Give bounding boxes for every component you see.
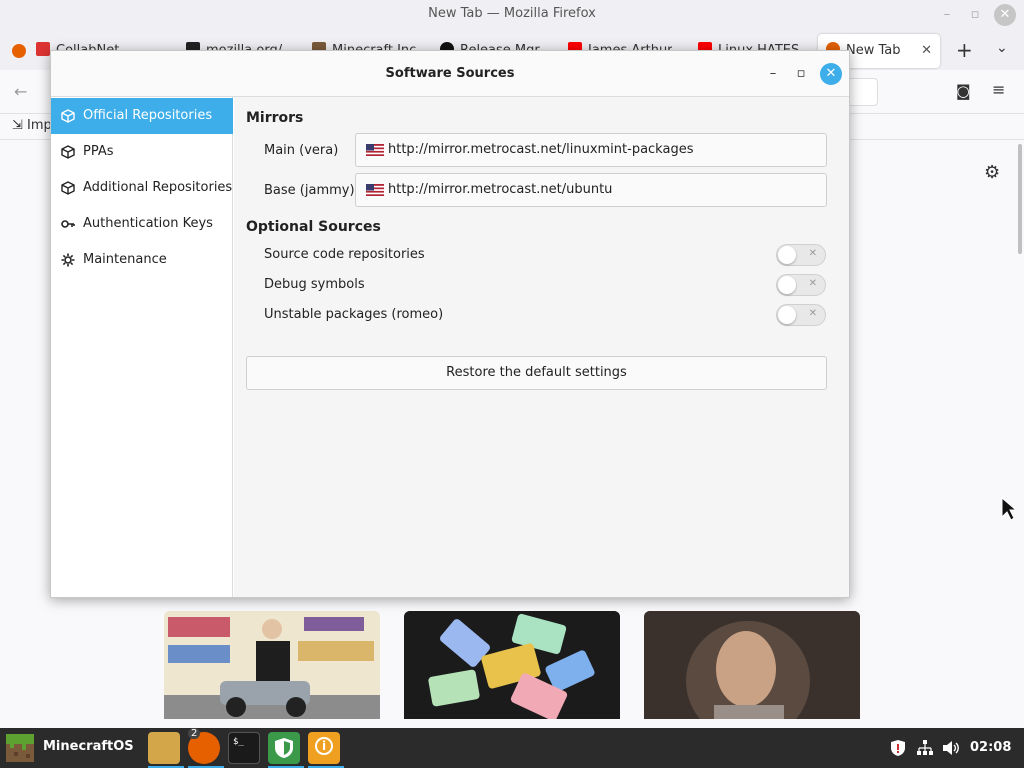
scrollbar-thumb[interactable] bbox=[1018, 144, 1022, 254]
dialog-title: Software Sources bbox=[385, 66, 515, 81]
toggle-knob bbox=[778, 276, 796, 294]
collabnet-favicon-icon bbox=[36, 42, 50, 56]
debug-symbols-label: Debug symbols bbox=[264, 277, 365, 292]
firefox-titlebar: New Tab — Mozilla Firefox – ▫ ✕ bbox=[0, 0, 1024, 30]
gear-icon bbox=[61, 253, 75, 267]
firefox-view-icon[interactable] bbox=[12, 44, 26, 58]
sidebar-item-additional-repositories[interactable]: Additional Repositories bbox=[51, 170, 233, 206]
unstable-packages-label: Unstable packages (romeo) bbox=[264, 307, 444, 322]
package-icon bbox=[61, 181, 75, 195]
package-icon bbox=[61, 109, 75, 123]
start-menu-button[interactable]: MinecraftOS bbox=[0, 728, 136, 768]
network-icon[interactable] bbox=[916, 740, 934, 756]
hamburger-menu-icon[interactable]: ≡ bbox=[992, 80, 1005, 99]
sidebar-item-maintenance[interactable]: Maintenance bbox=[51, 242, 233, 278]
sidebar-item-authentication-keys[interactable]: Authentication Keys bbox=[51, 206, 233, 242]
list-all-tabs-icon[interactable]: ⌄ bbox=[996, 40, 1008, 56]
toggle-knob bbox=[778, 306, 796, 324]
story-image-cards bbox=[404, 611, 620, 719]
sidebar-item-ppas[interactable]: PPAs bbox=[51, 134, 233, 170]
mouse-cursor-icon bbox=[1001, 497, 1018, 521]
base-mirror-label: Base (jammy) bbox=[264, 183, 355, 198]
volume-icon[interactable] bbox=[942, 740, 960, 756]
firefox-minimize-button[interactable]: – bbox=[936, 4, 958, 26]
new-tab-button[interactable]: + bbox=[956, 38, 973, 62]
terminal-prompt-icon: $_ bbox=[233, 737, 244, 747]
package-icon bbox=[61, 145, 75, 159]
shield-icon bbox=[275, 738, 293, 758]
story-thumbnail[interactable] bbox=[644, 611, 860, 719]
base-mirror-button[interactable]: http://mirror.metrocast.net/ubuntu bbox=[355, 173, 827, 207]
optional-sources-heading: Optional Sources bbox=[246, 219, 381, 235]
back-arrow-icon[interactable]: ← bbox=[14, 82, 27, 101]
restore-defaults-button[interactable]: Restore the default settings bbox=[246, 356, 827, 390]
story-image-portrait bbox=[644, 611, 860, 719]
update-manager-app-icon[interactable] bbox=[268, 732, 304, 768]
key-icon bbox=[61, 220, 75, 228]
taskbar: MinecraftOS 2 $_ i 02:08 bbox=[0, 728, 1024, 768]
dialog-close-button[interactable]: ✕ bbox=[820, 63, 842, 85]
debug-symbols-toggle[interactable]: ✕ bbox=[776, 274, 826, 296]
files-app-icon[interactable] bbox=[148, 732, 184, 768]
sidebar: Official Repositories PPAs Additional Re… bbox=[51, 97, 233, 597]
terminal-app-icon[interactable]: $_ bbox=[228, 732, 260, 764]
firefox-window-title: New Tab — Mozilla Firefox bbox=[428, 6, 596, 21]
import-icon: ⇲ bbox=[12, 118, 23, 133]
firefox-app-icon[interactable]: 2 bbox=[188, 728, 224, 768]
software-sources-dialog: Software Sources – ▫ ✕ Official Reposito… bbox=[50, 50, 850, 598]
close-tab-icon[interactable]: ✕ bbox=[921, 34, 932, 68]
us-flag-icon bbox=[366, 184, 384, 196]
source-code-label: Source code repositories bbox=[264, 247, 425, 262]
toggle-knob bbox=[778, 246, 796, 264]
minecraft-grass-icon bbox=[6, 734, 34, 762]
start-menu-label: MinecraftOS bbox=[43, 739, 134, 754]
main-mirror-button[interactable]: http://mirror.metrocast.net/linuxmint-pa… bbox=[355, 133, 827, 167]
story-thumbnail[interactable] bbox=[404, 611, 620, 719]
sidebar-item-official-repositories[interactable]: Official Repositories bbox=[51, 98, 233, 134]
unstable-packages-toggle[interactable]: ✕ bbox=[776, 304, 826, 326]
firefox-maximize-button[interactable]: ▫ bbox=[964, 4, 986, 26]
dialog-maximize-button[interactable]: ▫ bbox=[790, 63, 812, 85]
firefox-close-button[interactable]: ✕ bbox=[994, 4, 1016, 26]
source-code-toggle[interactable]: ✕ bbox=[776, 244, 826, 266]
info-icon: i bbox=[315, 737, 333, 755]
main-mirror-url: http://mirror.metrocast.net/linuxmint-pa… bbox=[388, 142, 694, 157]
security-shield-icon[interactable] bbox=[890, 739, 906, 757]
import-bookmarks-link[interactable]: ⇲ Imp bbox=[12, 118, 52, 133]
us-flag-icon bbox=[366, 144, 384, 156]
settings-gear-icon[interactable]: ⚙ bbox=[984, 162, 1000, 183]
pocket-icon[interactable]: ◙ bbox=[956, 82, 971, 100]
story-image-city bbox=[164, 611, 380, 719]
main-mirror-label: Main (vera) bbox=[264, 143, 339, 158]
dialog-header: Software Sources – ▫ ✕ bbox=[51, 51, 849, 97]
toggle-off-icon: ✕ bbox=[808, 248, 817, 259]
toggle-off-icon: ✕ bbox=[808, 278, 817, 289]
url-bar[interactable] bbox=[846, 78, 878, 106]
clock[interactable]: 02:08 bbox=[970, 740, 1011, 755]
base-mirror-url: http://mirror.metrocast.net/ubuntu bbox=[388, 182, 613, 197]
software-sources-app-icon[interactable]: i bbox=[308, 732, 344, 768]
main-panel: Mirrors Main (vera) http://mirror.metroc… bbox=[234, 97, 849, 597]
mirrors-heading: Mirrors bbox=[246, 110, 304, 126]
dialog-minimize-button[interactable]: – bbox=[762, 63, 784, 85]
story-thumbnail[interactable] bbox=[164, 611, 380, 719]
toggle-off-icon: ✕ bbox=[808, 308, 817, 319]
firefox-window-count-badge: 2 bbox=[188, 728, 201, 739]
